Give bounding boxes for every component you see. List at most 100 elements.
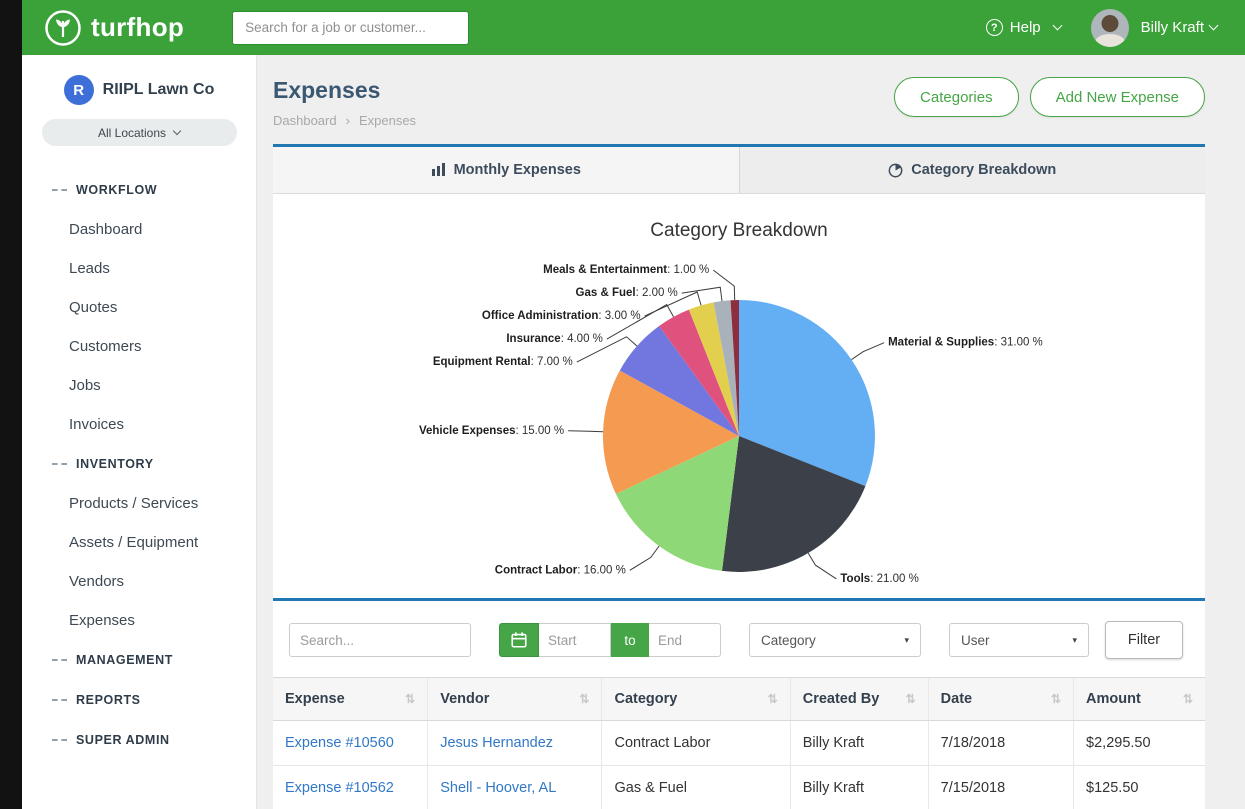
sidebar-item-quotes[interactable]: Quotes — [22, 288, 256, 327]
sidebar-item-customers[interactable]: Customers — [22, 327, 256, 366]
section-label: INVENTORY — [76, 457, 154, 471]
expense-link[interactable]: Expense #10560 — [285, 735, 394, 751]
page-title: Expenses — [273, 77, 416, 104]
cell-created_by: Billy Kraft — [790, 721, 928, 766]
filter-button[interactable]: Filter — [1105, 621, 1183, 659]
sort-icon[interactable]: ⇅ — [1051, 692, 1061, 706]
help-menu[interactable]: ? Help — [986, 19, 1061, 36]
pie-label-equipment-rental: Equipment Rental: 7.00 % — [433, 356, 573, 368]
column-header-vendor[interactable]: Vendor⇅ — [428, 678, 602, 721]
turfhop-logo[interactable]: turfhop — [44, 9, 184, 47]
sort-icon[interactable]: ⇅ — [768, 692, 778, 706]
cell-category: Contract Labor — [602, 721, 790, 766]
cell-amount: $125.50 — [1074, 766, 1205, 809]
chart-card: Monthly Expenses Category Breakdown Cate… — [273, 144, 1205, 601]
locations-dropdown[interactable]: All Locations — [42, 119, 237, 146]
column-header-expense[interactable]: Expense ⇅ — [273, 678, 428, 721]
column-label: Expense — [285, 691, 345, 707]
column-label: Date — [941, 691, 972, 707]
sidebar-section-inventory[interactable]: INVENTORY — [22, 444, 256, 484]
sidebar-section-reports[interactable]: REPORTS — [22, 680, 256, 720]
section-dash-icon — [52, 189, 67, 191]
sidebar-item-dashboard[interactable]: Dashboard — [22, 210, 256, 249]
pie-chart-icon — [888, 163, 903, 178]
breadcrumb-separator-icon: › — [346, 113, 350, 128]
user-avatar[interactable] — [1091, 9, 1129, 47]
sidebar-item-jobs[interactable]: Jobs — [22, 366, 256, 405]
sidebar-section-workflow[interactable]: WORKFLOW — [22, 170, 256, 210]
sort-icon[interactable]: ⇅ — [906, 692, 916, 706]
dropdown-arrow-icon: ▾ — [1072, 635, 1077, 646]
pie-label-meals-entertainment: Meals & Entertainment: 1.00 % — [543, 264, 709, 276]
end-date-input[interactable] — [649, 623, 721, 657]
chart-title: Category Breakdown — [273, 206, 1205, 246]
turfhop-logo-icon — [44, 9, 82, 47]
date-range-group: to — [499, 623, 721, 657]
cell-date: 7/15/2018 — [928, 766, 1073, 809]
cell-date: 7/18/2018 — [928, 721, 1073, 766]
company-header: R RIIPL Lawn Co — [22, 71, 256, 117]
expense-link[interactable]: Expense #10562 — [285, 780, 394, 796]
calendar-icon — [510, 631, 528, 649]
tab-category-breakdown[interactable]: Category Breakdown — [739, 147, 1206, 193]
cell-expense: Expense #10562 — [273, 766, 428, 809]
table-filter-bar: to Category ▾ User ▾ Filter — [273, 601, 1205, 677]
column-label: Amount — [1086, 691, 1141, 707]
table-search-input[interactable] — [289, 623, 471, 657]
start-date-input[interactable] — [539, 623, 611, 657]
category-select[interactable]: Category ▾ — [749, 623, 921, 657]
cell-vendor: Jesus Hernandez — [428, 721, 602, 766]
column-header-date[interactable]: Date ⇅ — [928, 678, 1073, 721]
add-new-expense-button[interactable]: Add New Expense — [1030, 77, 1205, 117]
tab-label: Monthly Expenses — [454, 162, 581, 178]
section-dash-icon — [52, 659, 67, 661]
top-header: turfhop ? Help Billy Kraft — [22, 0, 1245, 55]
date-to-label: to — [611, 623, 649, 657]
sidebar-item-vendors[interactable]: Vendors — [22, 562, 256, 601]
pie-label-insurance: Insurance: 4.00 % — [506, 333, 603, 345]
pie-label-vehicle-expenses: Vehicle Expenses: 15.00 % — [419, 425, 564, 437]
sidebar-item-assets-equipment[interactable]: Assets / Equipment — [22, 523, 256, 562]
column-label: Created By — [803, 691, 880, 707]
column-label: Category — [614, 691, 677, 707]
section-dash-icon — [52, 463, 67, 465]
sidebar-nav: WORKFLOW DashboardLeadsQuotesCustomersJob… — [22, 154, 256, 760]
sidebar-item-invoices[interactable]: Invoices — [22, 405, 256, 444]
sort-icon[interactable]: ⇅ — [405, 692, 415, 706]
breadcrumb-dashboard[interactable]: Dashboard — [273, 113, 337, 128]
calendar-button[interactable] — [499, 623, 539, 657]
vendor-link[interactable]: Shell - Hoover, AL — [440, 780, 556, 796]
column-header-created-by[interactable]: Created By ⇅ — [790, 678, 928, 721]
company-name: RIIPL Lawn Co — [103, 81, 215, 99]
column-header-category[interactable]: Category ⇅ — [602, 678, 790, 721]
pie-label-contract-labor: Contract Labor: 16.00 % — [495, 564, 626, 576]
sort-icon[interactable]: ⇅ — [1183, 692, 1193, 706]
user-select[interactable]: User ▾ — [949, 623, 1089, 657]
sidebar-item-leads[interactable]: Leads — [22, 249, 256, 288]
expenses-table: Expense⇅Vendor⇅Category⇅Created By⇅Date⇅… — [273, 677, 1205, 809]
label-leader-line — [682, 287, 722, 301]
sort-icon[interactable]: ⇅ — [579, 692, 589, 706]
user-menu[interactable]: Billy Kraft — [1141, 19, 1217, 36]
user-select-value: User — [961, 633, 990, 648]
cell-created_by: Billy Kraft — [790, 766, 928, 809]
label-leader-line — [852, 343, 885, 360]
help-label: Help — [1010, 19, 1041, 36]
tab-monthly-expenses[interactable]: Monthly Expenses — [273, 147, 739, 193]
table-row: Expense #10560 Jesus Hernandez Contract La… — [273, 721, 1205, 766]
sidebar-section-management[interactable]: MANAGEMENT — [22, 640, 256, 680]
sidebar-item-products-services[interactable]: Products / Services — [22, 484, 256, 523]
section-label: WORKFLOW — [76, 183, 157, 197]
section-label: MANAGEMENT — [76, 653, 173, 667]
section-label: REPORTS — [76, 693, 141, 707]
company-logo: R — [64, 75, 94, 105]
categories-button[interactable]: Categories — [894, 77, 1019, 117]
column-header-amount[interactable]: Amount ⇅ — [1074, 678, 1205, 721]
vendor-link[interactable]: Jesus Hernandez — [440, 735, 553, 751]
pie-label-tools: Tools: 21.00 % — [840, 573, 918, 585]
global-search-input[interactable] — [232, 11, 469, 45]
sidebar-item-expenses[interactable]: Expenses — [22, 601, 256, 640]
sidebar-section-super-admin[interactable]: SUPER ADMIN — [22, 720, 256, 760]
breadcrumb: Dashboard › Expenses — [273, 113, 416, 128]
section-dash-icon — [52, 739, 67, 741]
